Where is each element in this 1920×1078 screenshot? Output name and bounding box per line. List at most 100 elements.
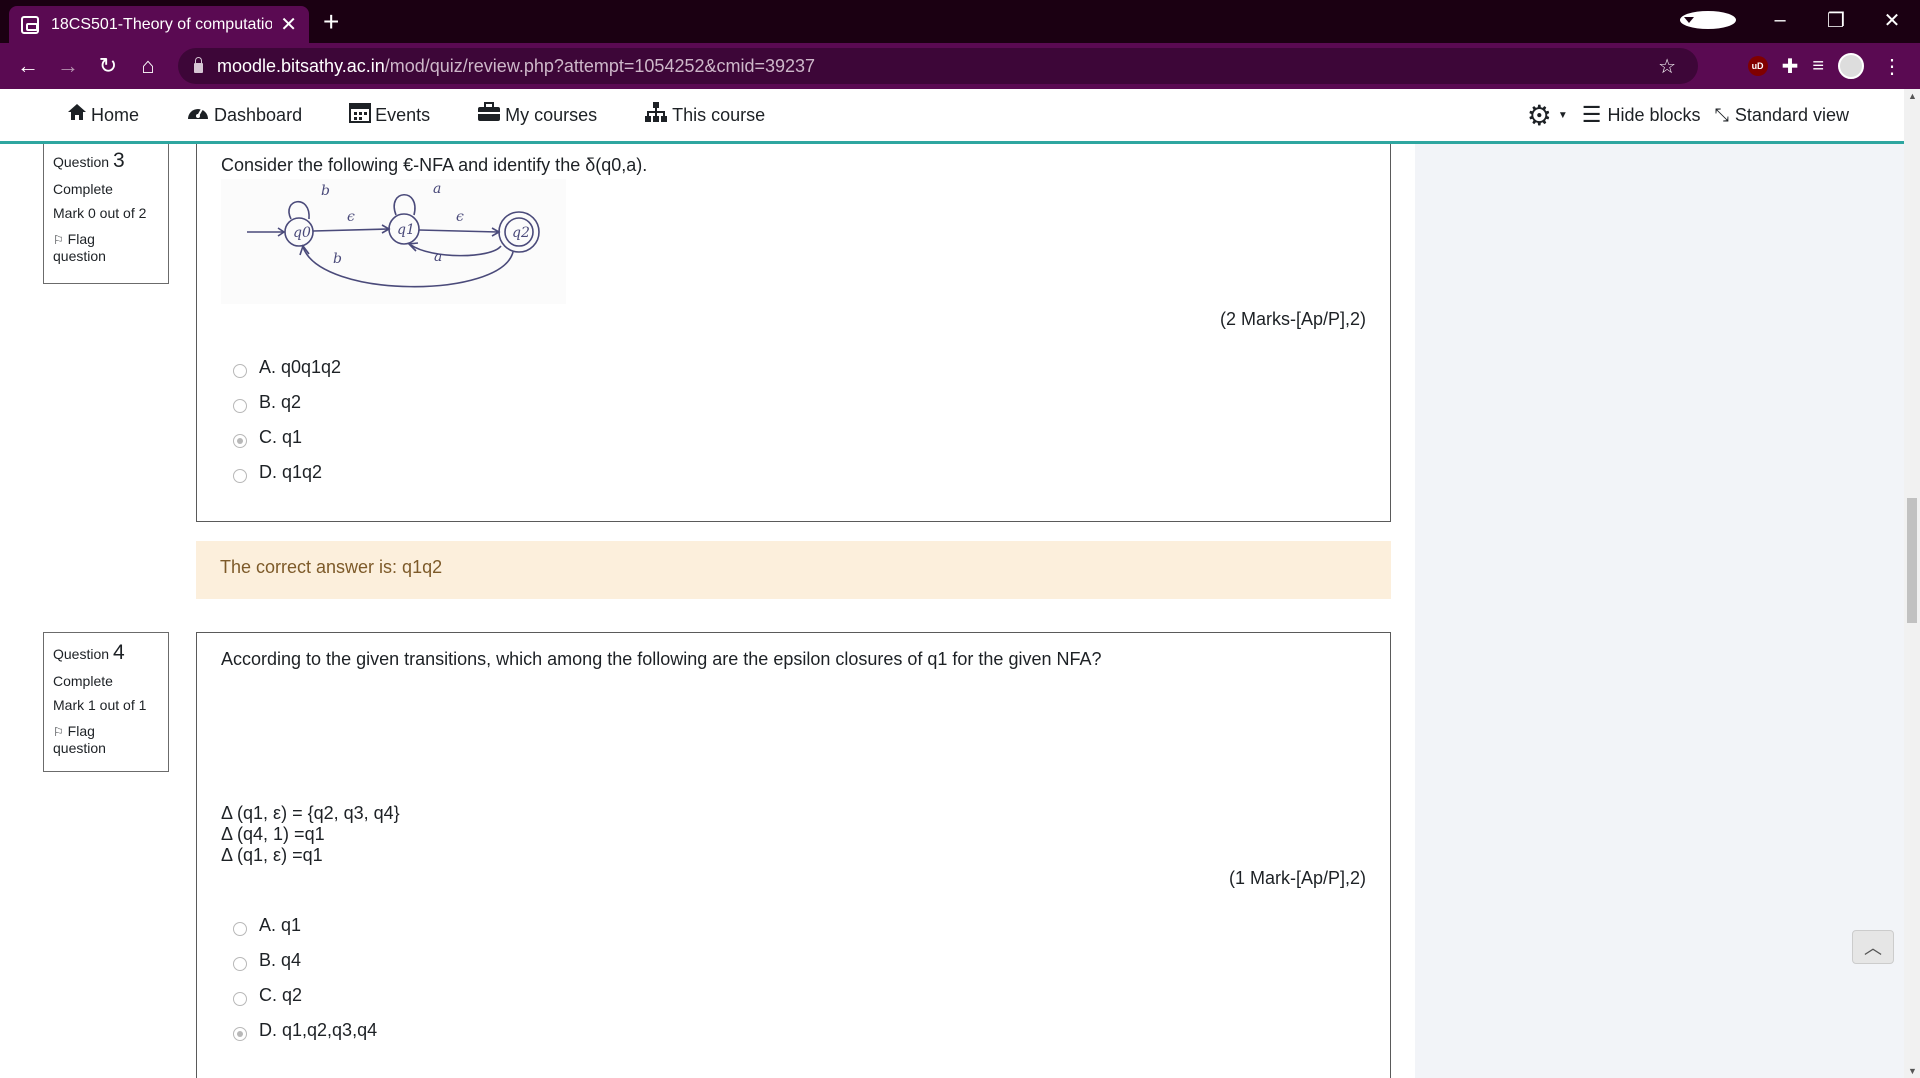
browser-menu-icon[interactable]: ⋮ [1882,54,1902,79]
restore-button[interactable]: ❐ [1808,8,1864,33]
enfa-diagram-image: q0 q1 q2 b a ϵ ϵ b a [221,179,566,304]
profile-avatar[interactable] [1838,53,1864,79]
question-marks: (2 Marks-[Ap/P],2) [1219,309,1366,329]
question-number: Question 3 [53,149,125,172]
edge-label: b [321,183,330,199]
radio-button-selected[interactable] [233,433,247,448]
extensions-puzzle-icon[interactable]: ✚ [1782,54,1799,79]
option-label: D. q1q2 [259,462,323,482]
calendar-icon [349,101,372,129]
list-icon: ☰ [1581,102,1602,127]
minimize-button[interactable]: – [1752,9,1808,32]
main-content: Question 3 Complete Mark 0 out of 2 ⚐ Fl… [0,144,1904,1078]
page-scrollbar[interactable]: ▲ ▼ [1904,89,1920,1078]
edge-label: a [433,181,441,197]
option-label: D. q1,q2,q3,q4 [259,1020,378,1040]
lock-icon[interactable] [194,57,203,73]
standard-view-button[interactable]: ⤡ Standard view [1715,105,1849,126]
address-bar[interactable]: moodle.bitsathy.ac.in/mod/quiz/review.ph… [178,48,1698,84]
state-label-q0: q0 [293,225,311,241]
forward-arrow-icon[interactable]: → [48,53,88,79]
radio-button-selected[interactable] [233,1026,247,1041]
question-box-3: Consider the following €-NFA and identif… [196,144,1391,522]
question-text: According to the given transitions, whic… [221,649,1102,669]
answer-option-c[interactable]: C. q1 [233,427,302,448]
hide-blocks-button[interactable]: ☰ Hide blocks [1582,102,1701,128]
tab-close-icon[interactable]: ✕ [280,12,297,37]
extensions-area: uD ✚ ≡ ⋮ [1747,43,1902,89]
radio-button[interactable] [233,363,247,378]
option-label: B. q2 [259,392,302,412]
home-icon [67,103,87,127]
browser-toolbar: ← → ↻ ⌂ moodle.bitsathy.ac.in/mod/quiz/r… [0,43,1920,89]
scroll-down-arrow-icon[interactable]: ▼ [1908,1066,1917,1076]
radio-button[interactable] [233,921,247,936]
back-to-top-button[interactable]: ︿ [1852,930,1894,964]
home-browser-icon[interactable]: ⌂ [128,53,168,79]
option-label: C. q1 [259,427,303,447]
browser-tab-strip: 18CS501-Theory of computation ✕ + – ❐ ✕ [0,0,1920,43]
answer-option-a[interactable]: A. q0q1q2 [233,357,341,378]
nav-home-label: Home [91,104,140,125]
answer-option-c[interactable]: C. q2 [233,985,302,1006]
answer-option-b[interactable]: B. q2 [233,392,301,413]
option-label: B. q4 [259,950,302,970]
close-window-button[interactable]: ✕ [1864,8,1920,33]
nav-this-course-label: This course [672,104,766,125]
compress-icon: ⤡ [1714,104,1729,125]
answer-option-d[interactable]: D. q1,q2,q3,q4 [233,1020,377,1041]
nav-dashboard-label: Dashboard [214,104,303,125]
flag-question-button[interactable]: ⚐ Flag question [53,231,159,264]
transition-line: Δ (q4, 1) =q1 [221,824,325,844]
radio-button[interactable] [233,991,247,1006]
radio-button[interactable] [233,468,247,483]
question-number: Question 4 [53,641,125,664]
option-label: A. q1 [259,915,302,935]
nav-events-label: Events [375,104,431,125]
nav-home[interactable]: Home [67,103,139,127]
nav-events[interactable]: Events [349,101,430,129]
tab-search-icon[interactable] [1680,11,1736,29]
dashboard-icon [186,103,210,127]
transition-list: Δ (q1, ε) = {q2, q3, q4} Δ (q4, 1) =q1 Δ… [221,803,400,866]
nav-dashboard[interactable]: Dashboard [186,103,302,127]
question-state: Complete [53,181,113,197]
browser-tab[interactable]: 18CS501-Theory of computation ✕ [9,6,309,43]
reload-icon[interactable]: ↻ [88,53,128,79]
answer-option-d[interactable]: D. q1q2 [233,462,322,483]
question-info-4: Question 4 Complete Mark 1 out of 1 ⚐ Fl… [43,632,169,772]
chevron-up-icon: ︿ [1864,938,1882,958]
question-box-4: According to the given transitions, whic… [196,632,1391,1078]
gear-icon[interactable]: ⚙ [1527,99,1552,132]
answer-option-b[interactable]: B. q4 [233,950,301,971]
option-label: A. q0q1q2 [259,357,342,377]
url-host: moodle.bitsathy.ac.in [217,55,385,76]
question-info-3: Question 3 Complete Mark 0 out of 2 ⚐ Fl… [43,144,169,284]
flag-question-button[interactable]: ⚐ Flag question [53,723,159,756]
moodle-navbar: Home Dashboard Events My courses This co… [0,89,1904,144]
question-mark: Mark 1 out of 1 [53,697,147,713]
radio-button[interactable] [233,398,247,413]
question-mark: Mark 0 out of 2 [53,205,147,221]
nav-my-courses-label: My courses [505,104,598,125]
new-tab-button[interactable]: + [323,6,339,38]
briefcase-icon [477,102,501,128]
scroll-up-arrow-icon[interactable]: ▲ [1908,91,1917,101]
answer-option-a[interactable]: A. q1 [233,915,301,936]
radio-button[interactable] [233,956,247,971]
state-label-q1: q1 [397,222,415,238]
question-state: Complete [53,673,113,689]
nav-this-course[interactable]: This course [644,101,765,129]
standard-view-label: Standard view [1734,104,1849,125]
transition-line: Δ (q1, ε) =q1 [221,845,323,865]
scrollbar-thumb[interactable] [1907,498,1917,623]
ublock-icon[interactable]: uD [1747,56,1768,76]
back-arrow-icon[interactable]: ← [8,53,48,79]
nav-my-courses[interactable]: My courses [477,102,597,128]
bookmark-star-icon[interactable]: ☆ [1658,54,1676,79]
edge-label: b [333,251,342,267]
media-control-icon[interactable]: ≡ [1812,55,1824,78]
url-path: /mod/quiz/review.php?attempt=1054252&cmi… [384,55,816,76]
caret-down-icon[interactable]: ▼ [1558,110,1568,121]
question-marks: (1 Mark-[Ap/P],2) [1228,868,1366,888]
